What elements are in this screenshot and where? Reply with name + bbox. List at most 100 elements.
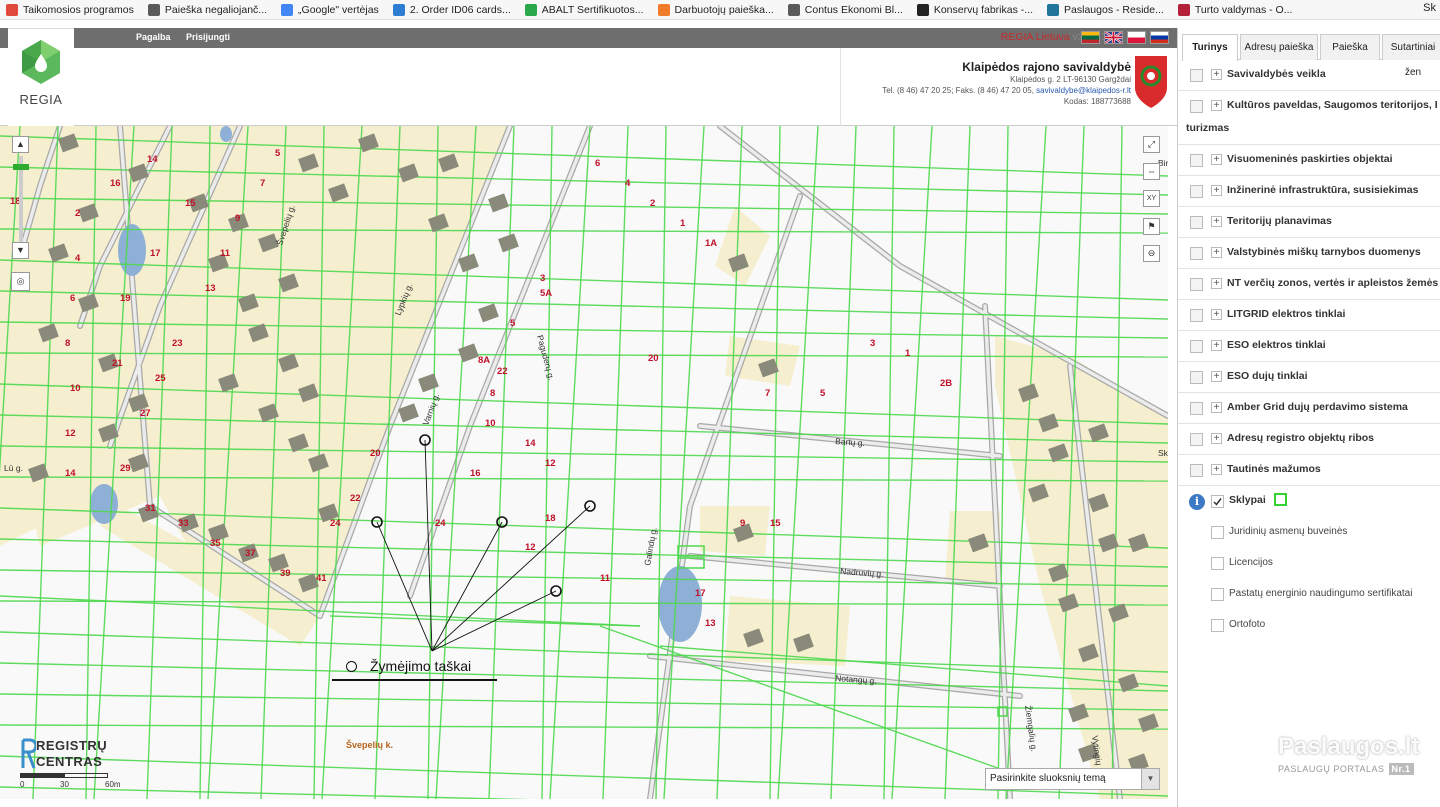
layer-row-sklypai[interactable]: i Sklypai <box>1178 486 1440 517</box>
nav-login-link[interactable]: Prisijungti <box>186 32 230 42</box>
bookmark-item[interactable]: „Google" vertėjas <box>281 3 379 16</box>
map-canvas[interactable]: 14 16 15 18 2 4 6 8 10 12 14 29 31 33 35 37 39 41 19 21 23 25… <box>0 126 1168 799</box>
bookmark-item[interactable]: Darbuotojų paieška... <box>657 3 774 16</box>
bookmark-item[interactable]: Taikomosios programos <box>6 3 134 16</box>
bookmarks-more[interactable]: Sk <box>1423 2 1436 14</box>
sublayer-checkbox[interactable] <box>1211 557 1224 570</box>
expand-icon[interactable]: + <box>1211 69 1222 80</box>
marker-legend-label: Žymėjimo taškai <box>370 658 472 674</box>
chevron-down-icon[interactable]: ▼ <box>1141 769 1159 789</box>
sublayer-row[interactable]: Licencijos <box>1178 548 1440 579</box>
layer-checkbox[interactable] <box>1190 216 1203 229</box>
sublayer-checkbox[interactable] <box>1211 526 1224 539</box>
flag-marker-icon[interactable]: ⚑ <box>1143 218 1160 235</box>
regia-logo[interactable]: REGIA <box>8 28 74 126</box>
sublayer-row[interactable]: Pastatų energinio naudingumo sertifikata… <box>1178 579 1440 610</box>
parcel-number: 8 <box>490 388 495 399</box>
expand-icon[interactable]: + <box>1211 402 1222 413</box>
box-icon <box>657 3 670 16</box>
layer-checkbox[interactable] <box>1190 309 1203 322</box>
bookmark-item[interactable]: Turto valdymas - O... <box>1177 3 1292 16</box>
flag-ru-icon[interactable] <box>1150 31 1169 44</box>
zoom-slider-handle[interactable] <box>13 164 29 170</box>
parcel-number: 41 <box>316 573 327 584</box>
bookmark-item[interactable]: Contus Ekonomi Bl... <box>787 3 903 16</box>
layer-checkbox[interactable] <box>1190 433 1203 446</box>
layer-row[interactable]: + Teritorijų planavimas <box>1178 207 1440 238</box>
bookmark-item[interactable]: Konservų fabrikas -... <box>916 3 1033 16</box>
expand-icon[interactable]: + <box>1211 464 1222 475</box>
parcel-boundary <box>602 126 629 799</box>
bookmarks-bar: Taikomosios programos Paieška negaliojanč… <box>0 0 1440 20</box>
layer-theme-select[interactable]: Pasirinkite sluoksnių temą ▼ <box>985 768 1160 790</box>
sublayer-row[interactable]: Juridinių asmenų buveinės <box>1178 517 1440 548</box>
globe-icon <box>787 3 800 16</box>
bookmark-item[interactable]: Paslaugos - Reside... <box>1047 3 1164 16</box>
expand-icon[interactable]: + <box>1211 278 1222 289</box>
layer-row[interactable]: + ESO dujų tinklai <box>1178 362 1440 393</box>
layer-row[interactable]: + Kultūros paveldas, Saugomos teritorijos… <box>1178 91 1440 145</box>
nav-help-link[interactable]: Pagalba <box>136 32 171 42</box>
sublayer-row[interactable]: Ortofoto <box>1178 610 1440 641</box>
layer-checkbox[interactable] <box>1190 278 1203 291</box>
bookmark-item[interactable]: 2. Order ID06 cards... <box>392 3 511 16</box>
expand-icon[interactable]: + <box>1211 216 1222 227</box>
layer-row[interactable]: + Adresų registro objektų ribos <box>1178 424 1440 455</box>
flag-pl-icon[interactable] <box>1127 31 1146 44</box>
layer-checkbox[interactable] <box>1190 340 1203 353</box>
expand-icon[interactable]: + <box>1211 154 1222 165</box>
expand-icon[interactable]: + <box>1211 340 1222 351</box>
tab-address-search[interactable]: Adresų paieška <box>1240 34 1318 60</box>
layer-row[interactable]: + Valstybinės miškų tarnybos duomenys <box>1178 238 1440 269</box>
zoom-in-button[interactable]: ▲ <box>12 136 29 153</box>
layer-checkbox[interactable] <box>1190 464 1203 477</box>
layer-row[interactable]: + Visuomeninės paskirties objektai <box>1178 145 1440 176</box>
expand-icon[interactable]: + <box>1211 247 1222 258</box>
layer-row[interactable]: + Amber Grid dujų perdavimo sistema <box>1178 393 1440 424</box>
layer-checkbox[interactable] <box>1190 154 1203 167</box>
layer-checkbox[interactable] <box>1190 185 1203 198</box>
layer-label: ESO dujų tinklai <box>1227 370 1308 382</box>
expand-icon[interactable]: + <box>1211 433 1222 444</box>
flag-lt-icon[interactable] <box>1081 31 1100 44</box>
tab-search[interactable]: Paieška <box>1320 34 1380 60</box>
layer-checkbox[interactable] <box>1190 371 1203 384</box>
expand-icon[interactable]: + <box>1211 100 1222 111</box>
layer-row[interactable]: + Inžinerinė infrastruktūra, susisiekimas <box>1178 176 1440 207</box>
bookmark-item[interactable]: ABALT Sertifikuotos... <box>524 3 644 16</box>
info-icon[interactable]: i <box>1189 494 1205 510</box>
layer-checkbox[interactable] <box>1190 100 1203 113</box>
tab-legend[interactable]: Sutartiniai žen <box>1382 34 1440 78</box>
expand-icon[interactable]: + <box>1211 309 1222 320</box>
layer-checkbox[interactable] <box>1190 69 1203 82</box>
layer-row[interactable]: + NT verčių zonos, vertės ir apleistos že… <box>1178 269 1440 300</box>
layer-row[interactable]: + Tautinės mažumos <box>1178 455 1440 486</box>
fullscreen-icon[interactable]: ⤢ <box>1143 136 1160 153</box>
parcel-number: 4 <box>75 253 81 264</box>
sublayer-checkbox[interactable] <box>1211 588 1224 601</box>
scale-label-1: 30 <box>60 780 69 789</box>
link-icon[interactable]: ⊖ <box>1143 245 1160 262</box>
layer-checkbox[interactable] <box>1190 402 1203 415</box>
top-nav: Pagalba Prisijungti REGIA Lietuva v3 17 … <box>0 28 1177 48</box>
coordinates-icon[interactable]: XY <box>1143 190 1160 207</box>
layer-row[interactable]: + Savivaldybės veikla <box>1178 60 1440 91</box>
sublayer-checkbox[interactable] <box>1211 619 1224 632</box>
layer-row[interactable]: + ESO elektros tinklai <box>1178 331 1440 362</box>
sklypai-checkbox[interactable] <box>1211 495 1224 508</box>
layer-row[interactable]: + LITGRID elektros tinklai <box>1178 300 1440 331</box>
parcel-number: 22 <box>497 366 508 377</box>
tab-contents[interactable]: Turinys <box>1182 34 1238 61</box>
parcel-number: 10 <box>70 383 81 394</box>
measure-icon[interactable]: ⇔ <box>1143 163 1160 180</box>
layer-checkbox[interactable] <box>1190 247 1203 260</box>
expand-icon[interactable]: + <box>1211 185 1222 196</box>
expand-icon[interactable]: + <box>1211 371 1222 382</box>
locate-icon[interactable]: ◎ <box>11 272 30 291</box>
municipality-code: Kodas: 188773688 <box>1063 97 1131 106</box>
flag-en-icon[interactable] <box>1104 31 1123 44</box>
zoom-out-button[interactable]: ▼ <box>12 242 29 259</box>
municipality-email-link[interactable]: savivaldybe@klaipedos-r.lt <box>1036 86 1131 95</box>
bookmark-item[interactable]: Paieška negaliojanč... <box>147 3 267 16</box>
parcel-number: 5 <box>510 318 516 329</box>
